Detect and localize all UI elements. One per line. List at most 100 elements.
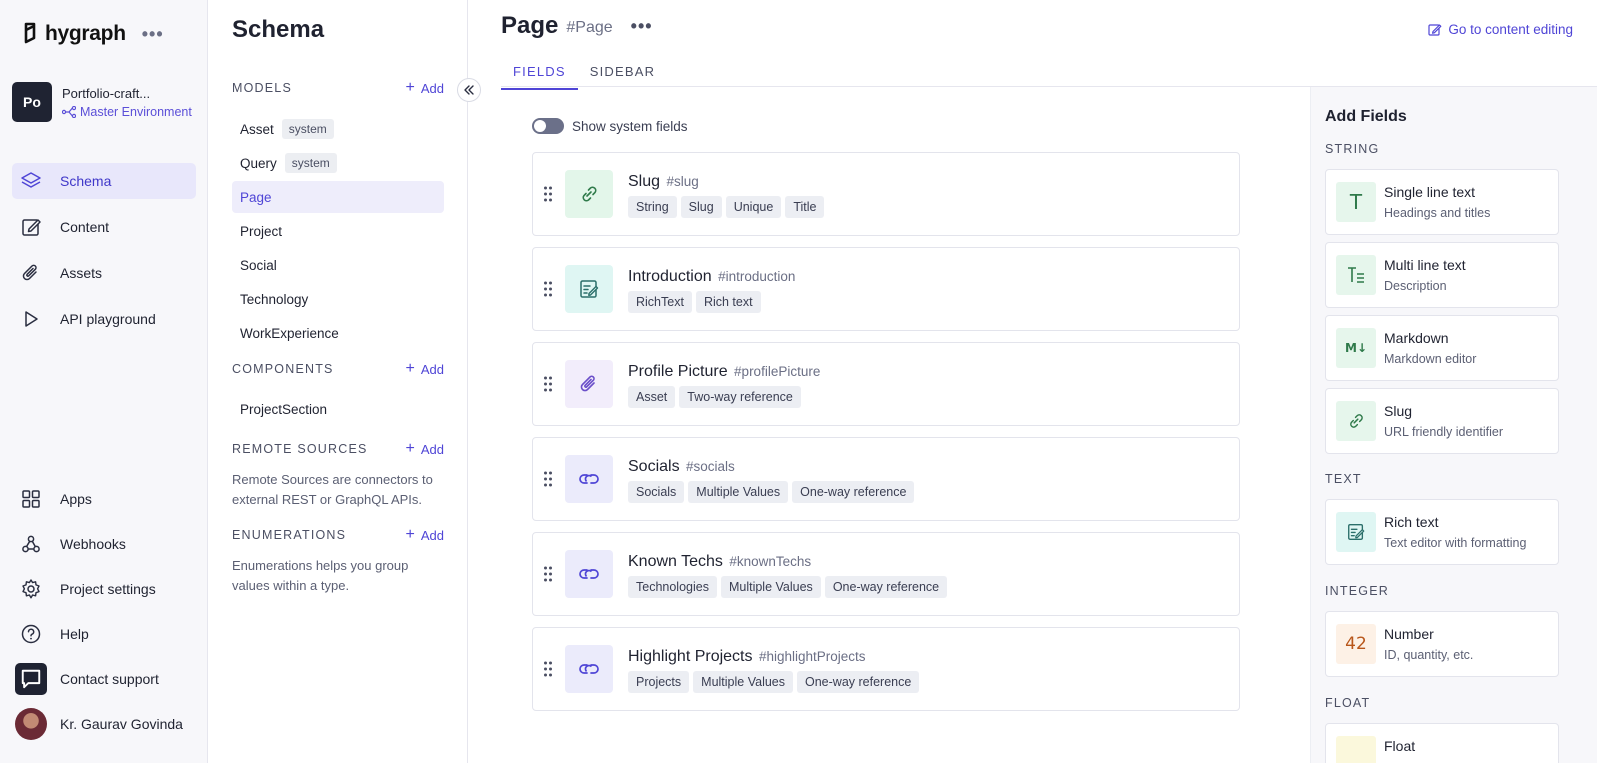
field-name: Known Techs — [628, 553, 723, 570]
add-enumeration-button[interactable]: + Add — [406, 527, 444, 543]
nav-item-content[interactable]: Content — [12, 209, 196, 245]
avatar — [15, 708, 47, 740]
plus-icon: + — [405, 440, 415, 457]
nav-item-contact-support[interactable]: Contact support — [12, 661, 196, 697]
model-item-social[interactable]: Social — [232, 249, 444, 281]
nav-item-schema[interactable]: Schema — [12, 163, 196, 199]
component-name: ProjectSection — [240, 401, 328, 417]
nav-item-label: Help — [60, 626, 89, 642]
field-tag: Slug — [680, 196, 722, 218]
go-to-content-editing-link[interactable]: Go to content editing — [1428, 22, 1573, 37]
field-title: Introduction #introduction — [628, 268, 795, 286]
nav-item-label: Apps — [60, 491, 92, 507]
model-item-asset[interactable]: Asset system — [232, 113, 444, 145]
field-type-description: Description — [1384, 279, 1447, 293]
nav-item-project-settings[interactable]: Project settings — [12, 571, 196, 607]
field-api-id: #slug — [666, 174, 699, 189]
system-badge: system — [281, 119, 334, 139]
field-card-profile-picture[interactable]: Profile Picture #profilePicture Asset Tw… — [532, 342, 1240, 426]
nav-item-user-profile[interactable]: Kr. Gaurav Govinda — [12, 706, 196, 742]
project-avatar: Po — [12, 82, 52, 122]
drag-handle-icon[interactable] — [543, 375, 553, 393]
field-card-known-techs[interactable]: Known Techs #knownTechs Technologies Mul… — [532, 532, 1240, 616]
paperclip-icon — [22, 264, 37, 281]
field-title: Highlight Projects #highlightProjects — [628, 648, 866, 666]
models-header: MODELS + Add — [232, 80, 444, 96]
field-name: Socials — [628, 458, 680, 475]
field-card-slug[interactable]: Slug #slug String Slug Unique Title — [532, 152, 1240, 236]
field-list: Slug #slug String Slug Unique Title Intr… — [532, 152, 1240, 722]
toggle-label: Show system fields — [572, 118, 688, 134]
model-item-query[interactable]: Query system — [232, 147, 444, 179]
add-remote-source-button[interactable]: + Add — [406, 441, 444, 457]
model-name: Project — [240, 223, 283, 239]
models-label: MODELS — [232, 81, 292, 95]
drag-handle-icon[interactable] — [543, 565, 553, 583]
field-title: Profile Picture #profilePicture — [628, 363, 820, 381]
add-field-single-line-text[interactable]: T Single line text Headings and titles — [1325, 169, 1559, 235]
field-type-name: Markdown — [1384, 330, 1449, 346]
model-name: Social — [240, 257, 277, 273]
model-item-workexperience[interactable]: WorkExperience — [232, 317, 444, 349]
webhook-icon — [22, 535, 40, 553]
model-item-page[interactable]: Page — [232, 181, 444, 213]
field-card-highlight-projects[interactable]: Highlight Projects #highlightProjects Pr… — [532, 627, 1240, 711]
nav-item-apps[interactable]: Apps — [12, 481, 196, 517]
hygraph-logo-icon — [24, 22, 36, 44]
edit-icon — [22, 219, 41, 236]
add-field-number[interactable]: 42 Number ID, quantity, etc. — [1325, 611, 1559, 677]
add-field-rich-text[interactable]: Rich text Text editor with formatting — [1325, 499, 1559, 565]
project-switcher[interactable]: Po Portfolio-craft... Master Environment — [12, 82, 192, 122]
paperclip-icon — [565, 360, 613, 408]
brand-menu-icon[interactable]: ••• — [142, 24, 164, 45]
collapse-sidebar-button[interactable] — [457, 78, 481, 102]
plus-icon: + — [405, 79, 415, 96]
reference-icon — [565, 645, 613, 693]
chevrons-left-icon — [464, 85, 474, 95]
model-name: Asset — [240, 121, 274, 137]
add-field-float[interactable]: Float — [1325, 723, 1559, 763]
field-type-name: Float — [1384, 738, 1416, 754]
model-header: Page #Page ••• — [501, 12, 653, 40]
nav-item-label: Project settings — [60, 581, 156, 597]
field-card-socials[interactable]: Socials #socials Socials Multiple Values… — [532, 437, 1240, 521]
drag-handle-icon[interactable] — [543, 185, 553, 203]
nav-item-label: API playground — [60, 311, 156, 327]
nav-item-webhooks[interactable]: Webhooks — [12, 526, 196, 562]
more-options-icon[interactable]: ••• — [631, 16, 653, 37]
model-name: WorkExperience — [240, 325, 339, 341]
add-field-markdown[interactable]: M↓ Markdown Markdown editor — [1325, 315, 1559, 381]
multi-line-text-icon — [1336, 255, 1376, 295]
project-name: Portfolio-craft... — [62, 85, 151, 101]
component-item-projectsection[interactable]: ProjectSection — [232, 393, 444, 425]
drag-handle-icon[interactable] — [543, 470, 553, 488]
add-field-multi-line-text[interactable]: Multi line text Description — [1325, 242, 1559, 308]
add-field-slug[interactable]: Slug URL friendly identifier — [1325, 388, 1559, 454]
model-item-project[interactable]: Project — [232, 215, 444, 247]
field-card-introduction[interactable]: Introduction #introduction RichText Rich… — [532, 247, 1240, 331]
field-tag: Multiple Values — [693, 671, 793, 693]
model-name: Query — [240, 155, 277, 171]
model-name: Technology — [240, 291, 309, 307]
drag-handle-icon[interactable] — [543, 280, 553, 298]
environment-link[interactable]: Master Environment — [62, 105, 192, 119]
field-tag: One-way reference — [797, 671, 920, 693]
schema-sidebar: Schema MODELS + Add Asset system Query syst… — [208, 0, 468, 763]
field-tags: RichText Rich text — [628, 291, 761, 313]
category-string: STRING — [1325, 142, 1380, 156]
model-item-technology[interactable]: Technology — [232, 283, 444, 315]
model-api-id: #Page — [566, 19, 613, 36]
field-tags: Technologies Multiple Values One-way ref… — [628, 576, 948, 598]
nav-item-assets[interactable]: Assets — [12, 255, 196, 291]
brand[interactable]: hygraph ••• — [21, 22, 164, 46]
plus-icon: + — [405, 526, 415, 543]
model-name: Page — [240, 189, 272, 205]
add-model-button[interactable]: + Add — [406, 80, 444, 96]
show-system-fields-toggle[interactable] — [532, 118, 564, 134]
drag-handle-icon[interactable] — [543, 660, 553, 678]
add-component-button[interactable]: + Add — [406, 361, 444, 377]
field-tag: One-way reference — [824, 576, 948, 598]
nav-item-help[interactable]: Help — [12, 616, 196, 652]
category-text: TEXT — [1325, 472, 1362, 486]
nav-item-api-playground[interactable]: API playground — [12, 301, 196, 337]
